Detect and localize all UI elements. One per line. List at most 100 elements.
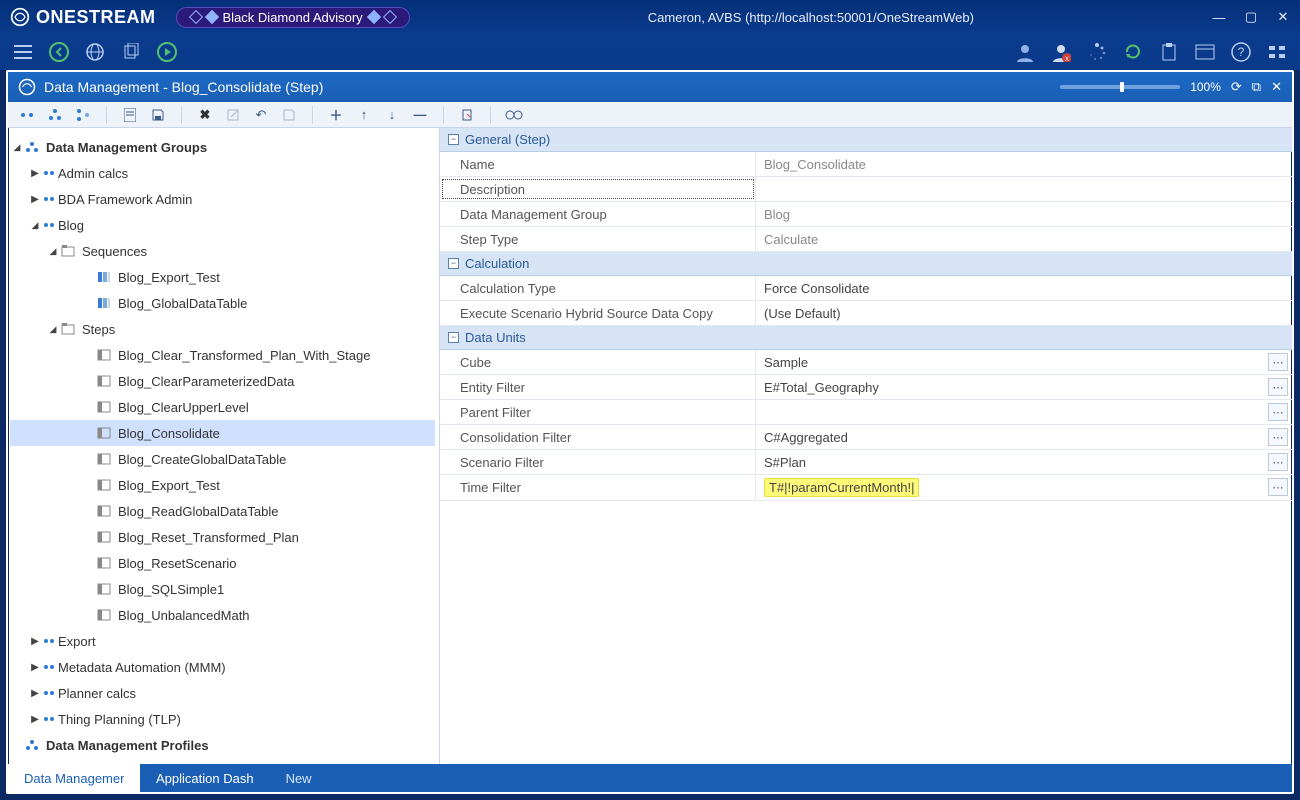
down-icon[interactable]: ↓ bbox=[383, 106, 401, 124]
prop-dmg-val[interactable]: Blog bbox=[756, 202, 1292, 226]
ellipsis-button[interactable]: ⋯ bbox=[1268, 378, 1288, 396]
reset-zoom-icon[interactable]: ⟳ bbox=[1231, 79, 1242, 95]
ellipsis-button[interactable]: ⋯ bbox=[1268, 353, 1288, 371]
tree-folder-sequences[interactable]: ◢Sequences bbox=[10, 238, 435, 264]
edit-icon[interactable] bbox=[224, 106, 242, 124]
caret-icon[interactable]: ▶ bbox=[28, 714, 42, 725]
prop-ctype-val[interactable]: Force Consolidate bbox=[756, 276, 1292, 300]
delete-icon[interactable]: ✖ bbox=[196, 106, 214, 124]
tree-step[interactable]: Blog_ResetScenario bbox=[10, 550, 435, 576]
close-button[interactable]: ✕ bbox=[1276, 10, 1290, 24]
ellipsis-button[interactable]: ⋯ bbox=[1268, 403, 1288, 421]
prop-exec-val[interactable]: (Use Default) bbox=[756, 301, 1292, 325]
up-icon[interactable]: ↑ bbox=[355, 106, 373, 124]
caret-icon[interactable]: ▶ bbox=[28, 662, 42, 673]
remove-icon[interactable]: — bbox=[411, 106, 429, 124]
ellipsis-button[interactable]: ⋯ bbox=[1268, 478, 1288, 496]
cluster-icon[interactable] bbox=[46, 106, 64, 124]
copy-icon[interactable] bbox=[120, 41, 142, 63]
menu-icon[interactable] bbox=[12, 41, 34, 63]
globe-icon[interactable] bbox=[84, 41, 106, 63]
tree-step[interactable]: Blog_Export_Test bbox=[10, 472, 435, 498]
step-icon bbox=[96, 555, 112, 571]
save2-icon[interactable] bbox=[280, 106, 298, 124]
prop-name-val[interactable]: Blog_Consolidate bbox=[756, 152, 1292, 176]
tree-group[interactable]: ▶Export bbox=[10, 628, 435, 654]
prop-con-val[interactable]: C#Aggregated⋯ bbox=[756, 425, 1292, 449]
clipboard-icon[interactable] bbox=[1158, 41, 1180, 63]
tree-group[interactable]: ◢Blog bbox=[10, 212, 435, 238]
back-circle-icon[interactable] bbox=[48, 41, 70, 63]
tab-application-dash[interactable]: Application Dash bbox=[140, 764, 270, 792]
caret-icon[interactable]: ▶ bbox=[28, 636, 42, 647]
minimize-button[interactable]: — bbox=[1212, 10, 1226, 24]
tree-group[interactable]: ▶Planner calcs bbox=[10, 680, 435, 706]
settings-icon[interactable] bbox=[1266, 41, 1288, 63]
maximize-button[interactable]: ▢ bbox=[1244, 10, 1258, 24]
prop-ent-val[interactable]: E#Total_Geography⋯ bbox=[756, 375, 1292, 399]
prop-time-val[interactable]: T#|!paramCurrentMonth!|⋯ bbox=[756, 475, 1292, 500]
tree-step[interactable]: Blog_ReadGlobalDataTable bbox=[10, 498, 435, 524]
popout-icon[interactable]: ⧉ bbox=[1252, 79, 1261, 95]
tree-group[interactable]: ▶BDA Framework Admin bbox=[10, 186, 435, 212]
tree-sequence[interactable]: Blog_GlobalDataTable bbox=[10, 290, 435, 316]
undo-icon[interactable]: ↶ bbox=[252, 106, 270, 124]
tree-panel[interactable]: ◢Data Management Groups▶Admin calcs▶BDA … bbox=[8, 128, 440, 764]
glasses-icon[interactable] bbox=[505, 106, 523, 124]
tree-folder-steps[interactable]: ◢Steps bbox=[10, 316, 435, 342]
group-general-label: General (Step) bbox=[465, 132, 550, 147]
help-icon[interactable]: ? bbox=[1230, 41, 1252, 63]
step-icon bbox=[96, 451, 112, 467]
zoom-slider[interactable] bbox=[1060, 85, 1180, 89]
save-icon[interactable] bbox=[149, 106, 167, 124]
prop-cube-val[interactable]: Sample⋯ bbox=[756, 350, 1292, 374]
tree-group[interactable]: ▶Metadata Automation (MMM) bbox=[10, 654, 435, 680]
ellipsis-button[interactable]: ⋯ bbox=[1268, 428, 1288, 446]
panel-close-icon[interactable]: ✕ bbox=[1271, 79, 1282, 95]
export-icon[interactable] bbox=[458, 106, 476, 124]
prop-par-val[interactable]: ⋯ bbox=[756, 400, 1292, 424]
caret-icon[interactable]: ▶ bbox=[28, 168, 42, 179]
caret-icon[interactable]: ◢ bbox=[46, 246, 60, 257]
tree-icon[interactable] bbox=[74, 106, 92, 124]
tree-step[interactable]: Blog_Reset_Transformed_Plan bbox=[10, 524, 435, 550]
tree-step[interactable]: Blog_ClearParameterizedData bbox=[10, 368, 435, 394]
group-calc[interactable]: −Calculation bbox=[440, 252, 1292, 276]
caret-icon[interactable]: ▶ bbox=[28, 194, 42, 205]
group-du[interactable]: −Data Units bbox=[440, 326, 1292, 350]
tab-data-management[interactable]: Data Management bbox=[8, 764, 140, 792]
add-icon[interactable]: ＋ bbox=[327, 106, 345, 124]
caret-icon[interactable]: ◢ bbox=[46, 324, 60, 335]
window-icon[interactable] bbox=[1194, 41, 1216, 63]
collapse-icon[interactable]: − bbox=[448, 134, 459, 145]
caret-icon[interactable]: ▶ bbox=[28, 688, 42, 699]
tree-step[interactable]: Blog_Consolidate bbox=[10, 420, 435, 446]
prop-type-val[interactable]: Calculate bbox=[756, 227, 1292, 251]
tree-group[interactable]: ▶Admin calcs bbox=[10, 160, 435, 186]
form-icon[interactable] bbox=[121, 106, 139, 124]
user-alert-icon[interactable]: x bbox=[1050, 41, 1072, 63]
tree-step[interactable]: Blog_UnbalancedMath bbox=[10, 602, 435, 628]
svg-text:?: ? bbox=[1238, 45, 1245, 59]
group-general[interactable]: −General (Step) bbox=[440, 128, 1292, 152]
collapse-icon[interactable]: − bbox=[448, 258, 459, 269]
tab-new[interactable]: New bbox=[270, 764, 328, 792]
tree-step[interactable]: Blog_Clear_Transformed_Plan_With_Stage bbox=[10, 342, 435, 368]
tree-step[interactable]: Blog_SQLSimple1 bbox=[10, 576, 435, 602]
ellipsis-button[interactable]: ⋯ bbox=[1268, 453, 1288, 471]
tree-step[interactable]: Blog_CreateGlobalDataTable bbox=[10, 446, 435, 472]
refresh-icon[interactable] bbox=[1122, 41, 1144, 63]
prop-scn-val[interactable]: S#Plan⋯ bbox=[756, 450, 1292, 474]
tree-root-groups[interactable]: ◢Data Management Groups bbox=[10, 134, 435, 160]
tree-step[interactable]: Blog_ClearUpperLevel bbox=[10, 394, 435, 420]
play-circle-icon[interactable] bbox=[156, 41, 178, 63]
tree-root-profiles[interactable]: Data Management Profiles bbox=[10, 732, 435, 758]
tree-sequence[interactable]: Blog_Export_Test bbox=[10, 264, 435, 290]
collapse-icon[interactable]: − bbox=[448, 332, 459, 343]
caret-icon[interactable]: ◢ bbox=[10, 142, 24, 153]
caret-icon[interactable]: ◢ bbox=[28, 220, 42, 231]
dots-icon[interactable] bbox=[18, 106, 36, 124]
tree-group[interactable]: ▶Thing Planning (TLP) bbox=[10, 706, 435, 732]
prop-desc-val[interactable] bbox=[756, 177, 1292, 201]
user-icon[interactable] bbox=[1014, 41, 1036, 63]
